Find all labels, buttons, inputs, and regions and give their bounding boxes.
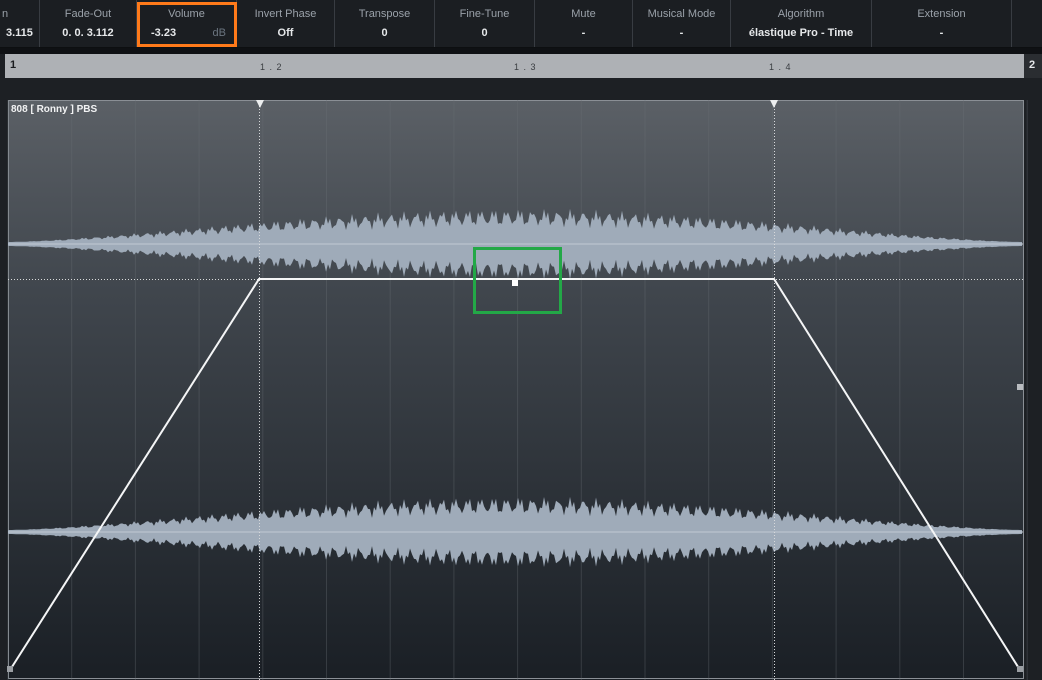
ruler-end-marker: 2 [1024,54,1042,78]
invert-phase-value[interactable]: Off [237,27,334,39]
musical-mode-label: Musical Mode [647,8,716,20]
extension-cell[interactable]: Extension - [872,0,1012,47]
envelope-end-handle [1017,666,1023,672]
volume-handle-focus-frame [473,247,562,314]
transpose-value[interactable]: 0 [335,27,434,39]
envelope-start-handle [7,666,13,672]
fade-in-label: n [2,8,9,20]
ruler-label-bar-2: 2 [1029,59,1036,71]
invert-phase-label: Invert Phase [254,8,317,20]
timeline-ruler[interactable]: 1 1 . 2 1 . 3 1 . 4 [5,54,1024,78]
audio-event-body [8,100,1024,680]
mute-cell[interactable]: Mute - [535,0,633,47]
mute-label: Mute [571,8,596,20]
mute-value[interactable]: - [535,27,632,39]
ruler-label-1-4: 1 . 4 [769,62,792,72]
fine-tune-cell[interactable]: Fine-Tune 0 [435,0,535,47]
vertical-scroll-handle[interactable] [1017,384,1023,390]
musical-mode-value[interactable]: - [633,27,730,39]
info-line: n 3.115 Fade-Out 0. 0. 3.112 Volume -3.2… [0,0,1042,48]
transpose-cell[interactable]: Transpose 0 [335,0,435,47]
extension-label: Extension [917,8,966,20]
clip-name: 808 [ Ronny ] PBS [11,104,98,115]
fine-tune-label: Fine-Tune [459,8,510,20]
algorithm-value[interactable]: élastique Pro - Time [731,27,871,39]
fade-out-cell[interactable]: Fade-Out 0. 0. 3.112 [40,0,137,47]
fade-out-value[interactable]: 0. 0. 3.112 [40,27,136,39]
invert-phase-cell[interactable]: Invert Phase Off [237,0,335,47]
ruler-label-bar-1: 1 [10,59,17,71]
transpose-label: Transpose [358,8,411,20]
ruler-label-1-3: 1 . 3 [514,62,537,72]
algorithm-cell[interactable]: Algorithm élastique Pro - Time [731,0,872,47]
fade-out-label: Fade-Out [64,8,112,20]
editor-canvas[interactable] [0,78,1042,680]
algorithm-label: Algorithm [777,8,825,20]
extension-value[interactable]: - [872,27,1011,39]
musical-mode-cell[interactable]: Musical Mode - [633,0,731,47]
volume-highlight-frame [137,2,237,47]
fade-in-cell[interactable]: n 3.115 [0,0,40,47]
sample-editor-area[interactable]: 808 [ Ronny ] PBS [0,78,1042,680]
ruler-label-1-2: 1 . 2 [260,62,283,72]
fine-tune-value[interactable]: 0 [435,27,534,39]
fade-in-value[interactable]: 3.115 [0,27,39,39]
